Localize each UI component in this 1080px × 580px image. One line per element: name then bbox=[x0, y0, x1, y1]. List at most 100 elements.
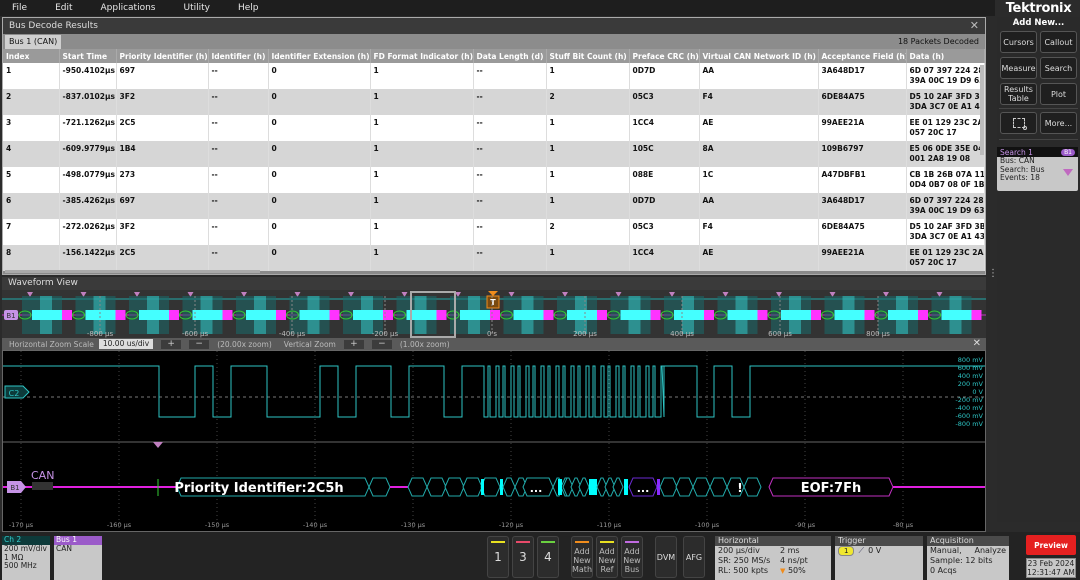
column-header[interactable]: Identifier Extension (h) bbox=[268, 49, 371, 63]
trigger-marker-icon bbox=[488, 291, 498, 296]
callout-button[interactable]: Callout bbox=[1040, 31, 1077, 53]
column-header[interactable]: Virtual CAN Network ID (h) bbox=[699, 49, 819, 63]
menu-utility[interactable]: Utility bbox=[171, 3, 209, 13]
table-row[interactable]: 3 -721.1262µs 2C5 -- 0 1 -- 1 1CC4 AE 99AEE21A EE 0… bbox=[3, 115, 985, 141]
close-zoom-icon[interactable]: ✕ bbox=[973, 338, 981, 349]
table-cell: -- bbox=[208, 63, 269, 89]
stuff-bit bbox=[624, 479, 628, 495]
column-header[interactable]: Data (h) bbox=[906, 49, 985, 63]
data-line-2: 057 20C 17 bbox=[909, 258, 957, 267]
data-cell: E5 06 0DE 35E 041 001 2A8 19 08 bbox=[906, 141, 985, 167]
table-row[interactable]: 8 -156.1422µs 2C5 -- 0 1 -- 1 1CC4 AE 99AEE21A EE 0… bbox=[3, 245, 985, 271]
add-new-bus-button[interactable]: Add New Bus bbox=[621, 536, 643, 578]
channel-3-button[interactable]: 3 bbox=[512, 536, 534, 578]
packet-eof bbox=[169, 310, 179, 320]
table-cell: 1 bbox=[546, 115, 630, 141]
close-icon[interactable]: ✕ bbox=[970, 19, 979, 32]
menu-edit[interactable]: Edit bbox=[43, 3, 72, 13]
channel-1-button[interactable]: 1 bbox=[487, 536, 509, 578]
bus-bit bbox=[578, 477, 590, 497]
add-new-math-button[interactable]: Add New Math bbox=[571, 536, 593, 578]
column-header[interactable]: FD Format Indicator (h) bbox=[370, 49, 474, 63]
bus1-badge[interactable]: Bus 1 CAN bbox=[54, 535, 102, 580]
afg-label: AFG bbox=[685, 552, 703, 562]
overview-waveform[interactable]: T B1 -800 µs -600 µs -400 µs -200 µs 0's 200 µs… bbox=[2, 290, 986, 338]
tab-bus1[interactable]: Bus 1 (CAN) bbox=[5, 35, 62, 49]
table-row[interactable]: 4 -609.9779µs 1B4 -- 0 1 -- 1 105C 8A 109B6797 E5 0… bbox=[3, 141, 985, 167]
column-header[interactable]: Preface CRC (h) bbox=[629, 49, 700, 63]
results-table-button[interactable]: Results Table bbox=[1000, 83, 1037, 105]
table-row[interactable]: 2 -837.0102µs 3F2 -- 0 1 -- 2 05C3 F4 6DE84A75 D5 1… bbox=[3, 89, 985, 115]
table-cell: 6DE84A75 bbox=[818, 219, 907, 245]
acquisition-badge[interactable]: Acquisition Manual, Analyze Sample: 12 bi… bbox=[927, 536, 1009, 580]
column-header[interactable]: Start Time bbox=[59, 49, 117, 63]
ch2-badge[interactable]: Ch 2 200 mV/div 1 MΩ 500 MHz bbox=[2, 535, 50, 580]
table-cell: 1 bbox=[546, 245, 630, 271]
menu-bar: File Edit Applications Utility Help bbox=[0, 0, 995, 16]
add-new-ref-button[interactable]: Add New Ref bbox=[596, 536, 618, 578]
h-zoom-plus-button[interactable]: + bbox=[161, 339, 182, 349]
search-1-badge[interactable]: Search 1 B1 Bus: CAN Search: Bus Events:… bbox=[997, 147, 1078, 191]
v-zoom-minus-button[interactable]: − bbox=[371, 339, 392, 349]
h-zoom-minus-button[interactable]: − bbox=[189, 339, 210, 349]
table-cell: -272.0262µs bbox=[59, 219, 117, 245]
vertical-scrollbar[interactable] bbox=[980, 65, 984, 155]
table-cell: 6 bbox=[3, 193, 60, 219]
table-cell: 3 bbox=[3, 115, 60, 141]
horizontal-scrollbar[interactable] bbox=[5, 270, 260, 273]
column-header[interactable]: Index bbox=[3, 49, 60, 63]
table-cell: AE bbox=[699, 245, 819, 271]
packet-eof bbox=[62, 310, 72, 320]
table-cell: 2C5 bbox=[116, 245, 209, 271]
more-button[interactable]: More... bbox=[1040, 112, 1077, 134]
table-cell: 2C5 bbox=[116, 115, 209, 141]
dvm-button[interactable]: DVM bbox=[655, 536, 677, 578]
column-header[interactable]: Data Length (d) bbox=[473, 49, 547, 63]
menu-file[interactable]: File bbox=[0, 3, 27, 13]
overview-tick-label: 200 µs bbox=[573, 330, 597, 338]
overview-tick-label: -600 µs bbox=[182, 330, 209, 338]
data-cell: D5 10 2AF 3FD 3B 3DA 3C7 0E A1 43 bbox=[906, 219, 985, 245]
table-row[interactable]: 1 -950.4102µs 697 -- 0 1 -- 1 0D7D AA 3A648D17 6D 0… bbox=[3, 63, 985, 89]
table-cell: 3A648D17 bbox=[818, 63, 907, 89]
table-cell: 0 bbox=[268, 167, 371, 193]
v-zoom-plus-button[interactable]: + bbox=[343, 339, 364, 349]
column-header[interactable]: Priority Identifier (h) bbox=[116, 49, 209, 63]
table-row[interactable]: 7 -272.0262µs 3F2 -- 0 1 -- 2 05C3 F4 6DE84A75 D5 1… bbox=[3, 219, 985, 245]
measure-button[interactable]: Measure bbox=[1000, 57, 1037, 79]
search-button[interactable]: Search bbox=[1040, 57, 1077, 79]
trigger-badge[interactable]: Trigger 1 ⟋ 0 V bbox=[835, 536, 923, 580]
menu-applications[interactable]: Applications bbox=[89, 3, 156, 13]
table-cell: 697 bbox=[116, 193, 209, 219]
table-cell: 273 bbox=[116, 167, 209, 193]
column-header[interactable]: Stuff Bit Count (h) bbox=[546, 49, 630, 63]
channel-4-button[interactable]: 4 bbox=[537, 536, 559, 578]
stuff-bit bbox=[481, 479, 484, 495]
packet-eof bbox=[597, 310, 607, 320]
column-header[interactable]: Acceptance Field (h) bbox=[818, 49, 907, 63]
zoom-box-button[interactable] bbox=[1000, 112, 1037, 134]
horizontal-badge[interactable]: Horizontal 200 µs/div SR: 250 MS/s RL: 5… bbox=[715, 536, 831, 580]
channel-3-label: 3 bbox=[519, 550, 527, 564]
cursors-button[interactable]: Cursors bbox=[1000, 31, 1037, 53]
column-header[interactable]: Identifier (h) bbox=[208, 49, 269, 63]
time-tick-label: -90 µs bbox=[795, 521, 816, 529]
results-title-bar: Bus Decode Results ✕ bbox=[3, 18, 985, 34]
menu-help[interactable]: Help bbox=[226, 3, 259, 13]
time-tick-label: -100 µs bbox=[695, 521, 720, 529]
packet-eof bbox=[811, 310, 821, 320]
packet-eof bbox=[115, 310, 126, 320]
table-row[interactable]: 6 -385.4262µs 697 -- 0 1 -- 1 0D7D AA 3A648D17 6D 0… bbox=[3, 193, 985, 219]
table-row[interactable]: 5 -498.0779µs 273 -- 0 1 -- 1 088E 1C A47DBFB1 CB 1… bbox=[3, 167, 985, 193]
volt-label: -600 mV bbox=[955, 412, 983, 420]
search-marker-icon bbox=[1063, 169, 1073, 176]
table-cell: -- bbox=[208, 245, 269, 271]
main-waveform-display[interactable]: C2 800 mV 600 mV 400 mV 200 mV 0 V -200 mV -400… bbox=[2, 350, 1002, 532]
packet-eof bbox=[490, 310, 500, 320]
table-cell: -- bbox=[473, 115, 547, 141]
preview-button[interactable]: Preview bbox=[1026, 535, 1076, 555]
time: 12:31:47 AM bbox=[1027, 568, 1075, 577]
horizontal-zoom-scale-input[interactable]: 10.00 us/div bbox=[98, 339, 154, 349]
plot-button[interactable]: Plot bbox=[1040, 83, 1077, 105]
afg-button[interactable]: AFG bbox=[683, 536, 705, 578]
